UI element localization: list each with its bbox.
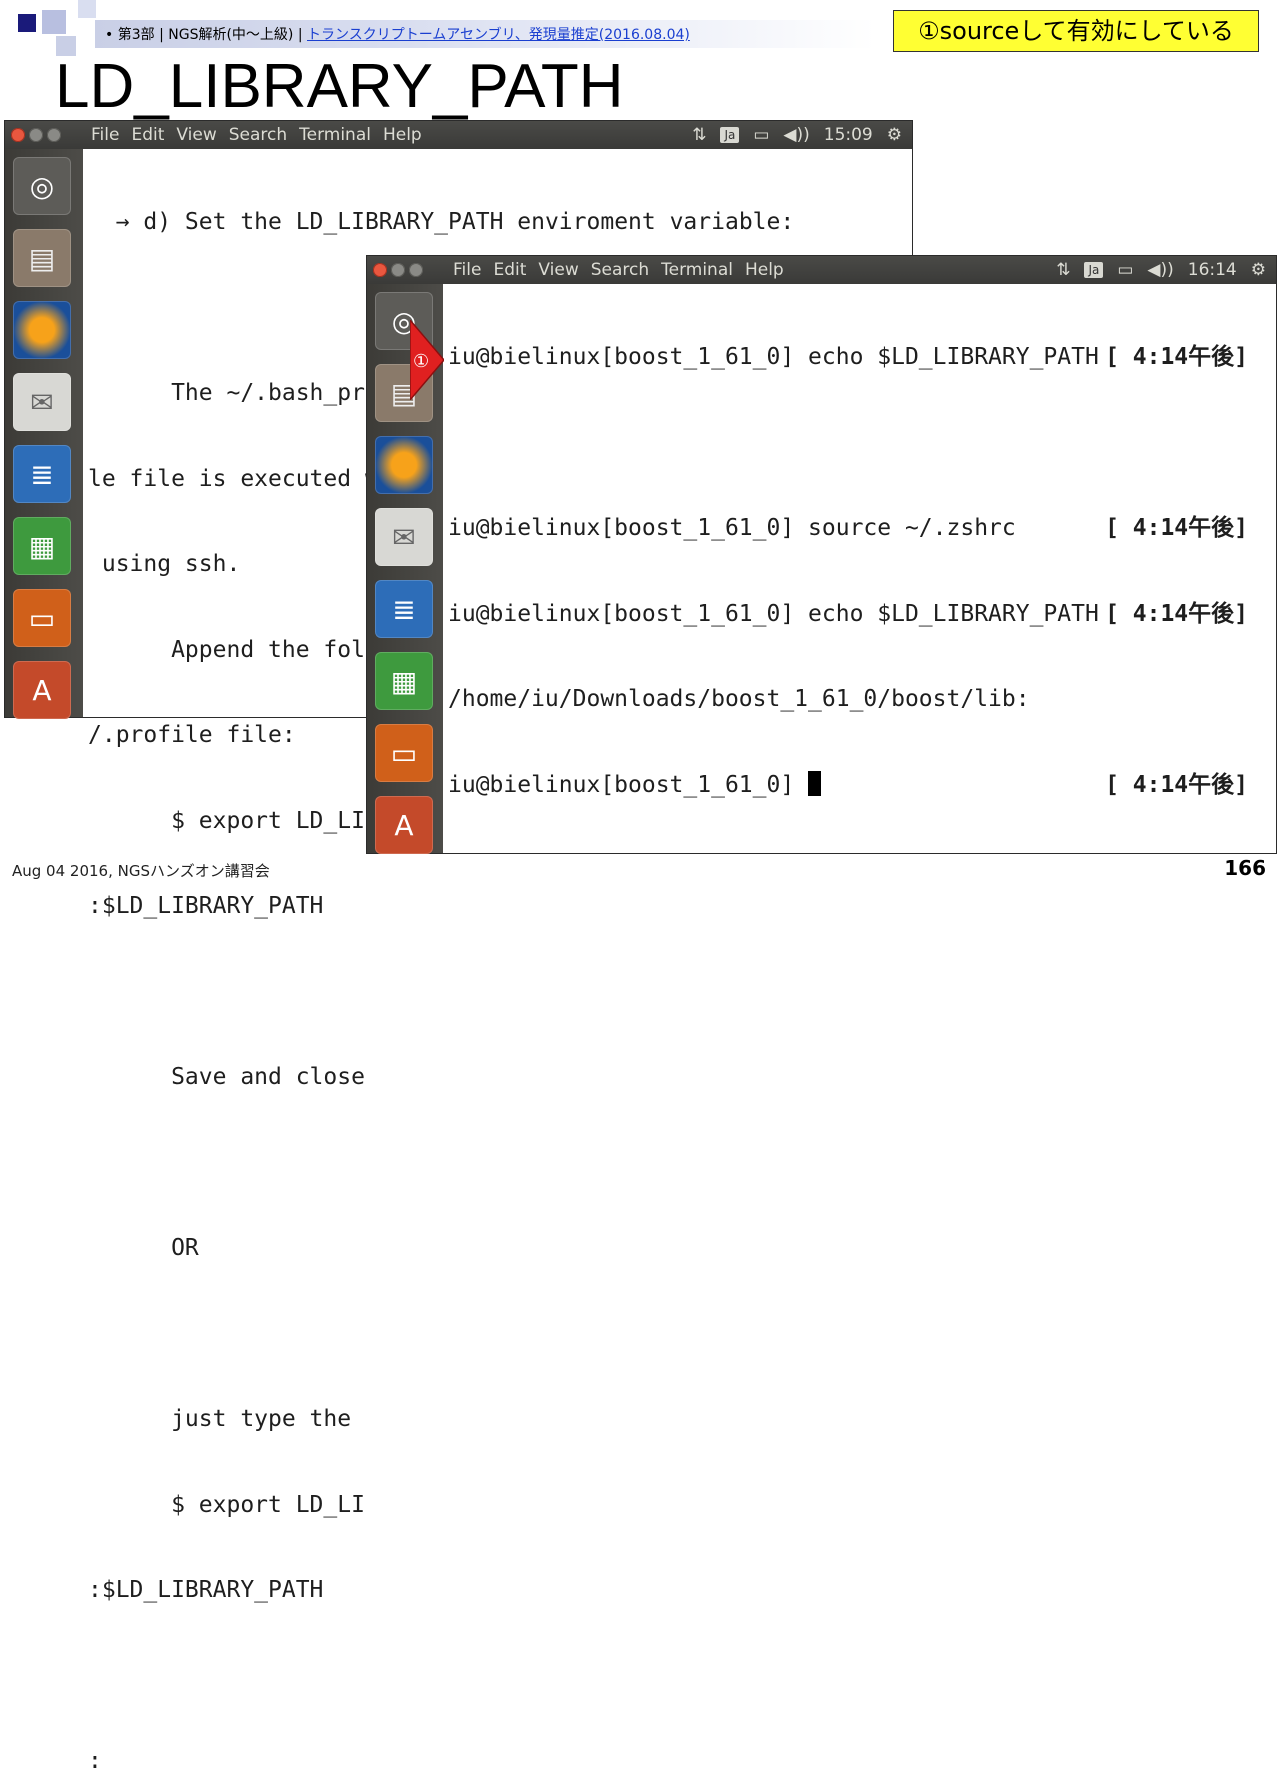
terminal-line: iu@bielinux[boost_1_61_0] [ 4:14午後]: [448, 770, 1248, 800]
terminal-line: OR: [88, 1235, 199, 1261]
menu-help[interactable]: Help: [383, 125, 422, 145]
minimize-icon[interactable]: [29, 128, 43, 142]
command-text: iu@bielinux[boost_1_61_0] echo $LD_LIBRA…: [448, 600, 1099, 627]
back-system-tray: ⇅ Ja ▭ ◀)) 15:09 ⚙: [692, 125, 902, 145]
maximize-icon[interactable]: [47, 128, 61, 142]
breadcrumb: • 第3部 | NGS解析(中〜上級) | トランスクリプトームアセンブリ、発現…: [105, 24, 690, 44]
terminal-line: :$LD_LIBRARY_PATH: [88, 893, 324, 919]
network-icon[interactable]: ⇅: [1056, 260, 1070, 280]
close-icon[interactable]: [11, 128, 25, 142]
prompt-time: [ 4:14午後]: [1105, 344, 1248, 370]
prompt-line: iu@bielinux[boost_1_61_0]: [448, 770, 822, 800]
maximize-icon[interactable]: [409, 263, 423, 277]
writer-icon[interactable]: ≣: [13, 445, 71, 503]
menu-file[interactable]: File: [91, 125, 119, 145]
breadcrumb-bullet: •: [105, 27, 114, 43]
minimize-icon[interactable]: [391, 263, 405, 277]
keyboard-layout-icon[interactable]: Ja: [1084, 262, 1104, 278]
volume-icon[interactable]: ◀)): [783, 125, 809, 145]
breadcrumb-section: 第3部 | NGS解析(中〜上級) |: [117, 27, 307, 43]
header-square-1: [18, 14, 36, 32]
page-number: 166: [1224, 856, 1266, 880]
clock[interactable]: 16:14: [1188, 260, 1237, 280]
header-square-4: [78, 0, 96, 18]
breadcrumb-link[interactable]: トランスクリプトームアセンブリ、発現量推定(2016.08.04): [307, 27, 690, 43]
footer-event: Aug 04 2016, NGSハンズオン講習会: [12, 862, 270, 880]
firefox-icon[interactable]: [375, 436, 433, 494]
software-center-icon[interactable]: A: [13, 661, 71, 719]
command-text: iu@bielinux[boost_1_61_0] source ~/.zshr…: [448, 515, 1016, 541]
front-system-tray: ⇅ Ja ▭ ◀)) 16:14 ⚙: [1056, 260, 1266, 280]
ubuntu-dash-icon[interactable]: ◎: [13, 157, 71, 215]
terminal-line: iu@bielinux[boost_1_61_0] source ~/.zshr…: [448, 514, 1248, 543]
terminal-line: just type the: [88, 1406, 352, 1432]
arrow-marker-label: ①: [413, 351, 429, 372]
front-terminal-output[interactable]: iu@bielinux[boost_1_61_0] echo $LD_LIBRA…: [448, 286, 1248, 856]
impress-icon[interactable]: ▭: [13, 589, 71, 647]
calc-icon[interactable]: ▦: [375, 652, 433, 710]
annotation-box: ①sourceして有効にしている: [893, 10, 1259, 52]
front-window-topbar[interactable]: File Edit View Search Terminal Help ⇅ Ja…: [367, 256, 1276, 284]
text-cursor: [808, 770, 822, 796]
menu-view[interactable]: View: [176, 125, 216, 145]
prompt-time: [ 4:14午後]: [1105, 771, 1248, 798]
prompt-time: [ 4:14午後]: [1105, 600, 1248, 627]
battery-icon[interactable]: ▭: [1117, 260, 1133, 280]
red-arrow-icon: ①: [410, 320, 444, 400]
keyboard-layout-icon[interactable]: Ja: [720, 127, 740, 143]
menu-view[interactable]: View: [538, 260, 578, 280]
terminal-line: iu@bielinux[boost_1_61_0] echo $LD_LIBRA…: [448, 600, 1248, 629]
back-menubar: File Edit View Search Terminal Help: [91, 125, 422, 145]
software-center-icon[interactable]: A: [375, 796, 433, 854]
menu-terminal[interactable]: Terminal: [299, 125, 371, 145]
clock[interactable]: 15:09: [824, 125, 873, 145]
back-launcher: ◎ ▤ ✉ ≣ ▦ ▭ A: [5, 149, 83, 719]
menu-edit[interactable]: Edit: [131, 125, 164, 145]
command-text: /home/iu/Downloads/boost_1_61_0/boost/li…: [448, 686, 1030, 712]
menu-edit[interactable]: Edit: [493, 260, 526, 280]
terminal-line: iu@bielinux[boost_1_61_0] echo $LD_LIBRA…: [448, 343, 1248, 372]
command-text: iu@bielinux[boost_1_61_0] echo $LD_LIBRA…: [448, 344, 1099, 370]
terminal-line: /home/iu/Downloads/boost_1_61_0/boost/li…: [448, 685, 1248, 714]
prompt-time: [ 4:14午後]: [1105, 515, 1248, 541]
menu-search[interactable]: Search: [229, 125, 287, 145]
mail-icon[interactable]: ✉: [13, 373, 71, 431]
files-icon[interactable]: ▤: [13, 229, 71, 287]
mail-icon[interactable]: ✉: [375, 508, 433, 566]
menu-search[interactable]: Search: [591, 260, 649, 280]
menu-terminal[interactable]: Terminal: [661, 260, 733, 280]
firefox-icon[interactable]: [13, 301, 71, 359]
writer-icon[interactable]: ≣: [375, 580, 433, 638]
calc-icon[interactable]: ▦: [13, 517, 71, 575]
menu-file[interactable]: File: [453, 260, 481, 280]
command-text: iu@bielinux[boost_1_61_0]: [448, 771, 809, 798]
slide-title: LD_LIBRARY_PATH: [55, 52, 624, 121]
front-menubar: File Edit View Search Terminal Help: [453, 260, 784, 280]
settings-gear-icon[interactable]: ⚙: [887, 125, 902, 145]
battery-icon[interactable]: ▭: [753, 125, 769, 145]
front-terminal-window[interactable]: File Edit View Search Terminal Help ⇅ Ja…: [367, 256, 1276, 856]
terminal-line: → d) Set the LD_LIBRARY_PATH enviroment …: [88, 209, 795, 235]
volume-icon[interactable]: ◀)): [1147, 260, 1173, 280]
header-square-2: [42, 10, 66, 34]
impress-icon[interactable]: ▭: [375, 724, 433, 782]
menu-help[interactable]: Help: [745, 260, 784, 280]
back-window-topbar[interactable]: File Edit View Search Terminal Help ⇅ Ja…: [5, 121, 912, 149]
terminal-line: $ export LD_LI: [88, 1491, 365, 1518]
terminal-line: :$LD_LIBRARY_PATH: [88, 1577, 324, 1603]
settings-gear-icon[interactable]: ⚙: [1251, 260, 1266, 280]
close-icon[interactable]: [373, 263, 387, 277]
terminal-line: :: [88, 1748, 102, 1772]
network-icon[interactable]: ⇅: [692, 125, 706, 145]
terminal-line: Save and close: [88, 1064, 365, 1090]
